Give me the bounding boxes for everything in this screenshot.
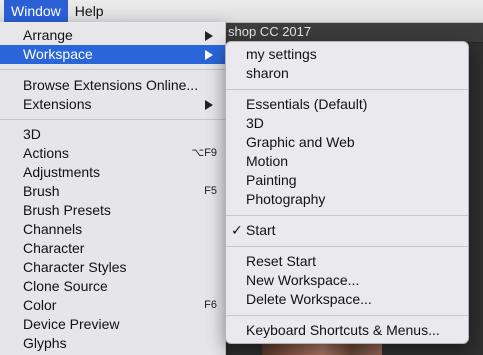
menu-item-adjustments[interactable]: Adjustments: [0, 163, 225, 182]
menu-separator: [226, 215, 468, 216]
submenu-item-label: Delete Workspace...: [246, 291, 372, 307]
new-workspace[interactable]: New Workspace...: [226, 271, 468, 290]
submenu-item-label: Photography: [246, 191, 326, 207]
workspace-submenu: my settings sharon Essentials (Default) …: [225, 41, 469, 344]
menu-item-label: Brush Presets: [23, 202, 111, 218]
shortcut-label: F6: [204, 299, 217, 311]
menu-separator: [226, 315, 468, 316]
submenu-item-label: my settings: [246, 46, 317, 62]
menu-item-browse-extensions[interactable]: Browse Extensions Online...: [0, 76, 225, 95]
workspace-essentials[interactable]: Essentials (Default): [226, 95, 468, 114]
submenu-arrow-icon: [205, 100, 213, 110]
keyboard-shortcuts-menus[interactable]: Keyboard Shortcuts & Menus...: [226, 321, 468, 340]
workspace-3d[interactable]: 3D: [226, 114, 468, 133]
submenu-item-label: Start: [246, 222, 276, 238]
workspace-graphic-web[interactable]: Graphic and Web: [226, 133, 468, 152]
menu-item-label: Arrange: [23, 27, 73, 43]
menu-item-brush-presets[interactable]: Brush Presets: [0, 201, 225, 220]
menu-item-label: Character: [23, 240, 85, 256]
menu-item-character-styles[interactable]: Character Styles: [0, 258, 225, 277]
workspace-start[interactable]: ✓ Start: [226, 221, 468, 240]
menu-separator: [0, 69, 225, 70]
workspace-sharon[interactable]: sharon: [226, 64, 468, 83]
menu-separator: [226, 89, 468, 90]
help-menu[interactable]: Help: [68, 0, 111, 22]
workspace-motion[interactable]: Motion: [226, 152, 468, 171]
submenu-item-label: Essentials (Default): [246, 96, 368, 112]
submenu-item-label: New Workspace...: [246, 272, 360, 288]
submenu-item-label: 3D: [246, 115, 264, 131]
menu-item-label: Channels: [23, 221, 83, 237]
submenu-item-label: Motion: [246, 153, 289, 169]
app-title: shop CC 2017: [228, 24, 312, 39]
menu-item-label: Adjustments: [23, 164, 101, 180]
shortcut-label: F5: [204, 185, 217, 197]
submenu-item-label: Keyboard Shortcuts & Menus...: [246, 322, 440, 338]
menu-item-label: Device Preview: [23, 316, 120, 332]
menu-item-channels[interactable]: Channels: [0, 220, 225, 239]
menu-item-label: Extensions: [23, 96, 92, 112]
submenu-item-label: Painting: [246, 172, 297, 188]
menu-separator: [226, 246, 468, 247]
menu-item-glyphs[interactable]: Glyphs: [0, 334, 225, 353]
menu-item-clone-source[interactable]: Clone Source: [0, 277, 225, 296]
menu-item-workspace[interactable]: Workspace: [0, 45, 225, 64]
menu-item-character[interactable]: Character: [0, 239, 225, 258]
menu-item-label: 3D: [23, 126, 41, 142]
menu-bar: Window Help: [0, 0, 483, 23]
submenu-arrow-icon: [205, 31, 213, 41]
menu-item-label: Brush: [23, 183, 60, 199]
menu-item-label: Character Styles: [23, 259, 127, 275]
menu-item-3d[interactable]: 3D: [0, 125, 225, 144]
menu-item-label: Actions: [23, 145, 69, 161]
workspace-my-settings[interactable]: my settings: [226, 45, 468, 64]
menu-item-extensions[interactable]: Extensions: [0, 95, 225, 114]
submenu-arrow-icon: [205, 50, 213, 60]
menu-item-color[interactable]: Color F6: [0, 296, 225, 315]
reset-start[interactable]: Reset Start: [226, 252, 468, 271]
submenu-item-label: Graphic and Web: [246, 134, 355, 150]
menu-item-label: Browse Extensions Online...: [23, 77, 199, 93]
menu-separator: [0, 119, 225, 120]
screen: shop CC 2017 Window Help Arrange Workspa…: [0, 0, 483, 355]
menu-item-label: Glyphs: [23, 335, 67, 351]
checkmark-icon: ✓: [231, 222, 243, 238]
menu-item-label: Workspace: [23, 46, 93, 62]
menu-item-arrange[interactable]: Arrange: [0, 26, 225, 45]
window-menu[interactable]: Window: [4, 0, 68, 22]
submenu-item-label: Reset Start: [246, 253, 317, 269]
workspace-painting[interactable]: Painting: [226, 171, 468, 190]
menu-item-label: Clone Source: [23, 278, 108, 294]
workspace-photography[interactable]: Photography: [226, 190, 468, 209]
shortcut-label: ⌥F9: [191, 147, 217, 159]
delete-workspace[interactable]: Delete Workspace...: [226, 290, 468, 309]
submenu-item-label: sharon: [246, 65, 289, 81]
menu-item-label: Color: [23, 297, 57, 313]
window-dropdown: Arrange Workspace Browse Extensions Onli…: [0, 22, 226, 355]
menu-item-device-preview[interactable]: Device Preview: [0, 315, 225, 334]
menu-item-actions[interactable]: Actions ⌥F9: [0, 144, 225, 163]
menu-item-brush[interactable]: Brush F5: [0, 182, 225, 201]
